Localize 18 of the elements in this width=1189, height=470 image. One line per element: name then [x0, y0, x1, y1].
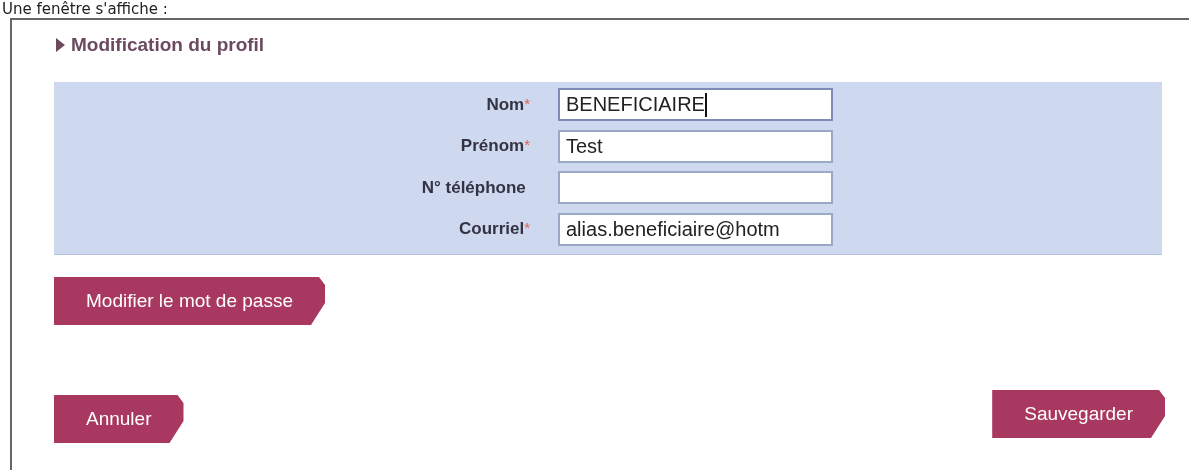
section-title: Modification du profil: [71, 34, 265, 56]
required-mark: *: [524, 94, 530, 114]
text-cursor-icon: [704, 92, 707, 117]
triangle-icon: [56, 38, 65, 52]
required-mark: *: [524, 219, 530, 239]
required-mark: *: [524, 136, 530, 156]
save-button[interactable]: Sauvegarder: [992, 390, 1165, 438]
input-field[interactable]: BENEFICIAIRE: [558, 88, 833, 122]
field-label: Courriel: [458, 219, 525, 240]
change-password-button[interactable]: Modifier le mot de passe: [54, 277, 325, 325]
field-label: Prénom: [460, 136, 525, 157]
field-label: N° téléphone: [421, 177, 526, 198]
input-field[interactable]: [558, 171, 833, 205]
field-label: Nom: [486, 94, 525, 115]
input-field[interactable]: alias.beneficiaire@hotm: [558, 212, 833, 246]
caption-text: Une fenêtre s'affiche :: [1, 0, 169, 18]
input-field[interactable]: Test: [558, 129, 833, 163]
cancel-button[interactable]: Annuler: [54, 395, 184, 443]
